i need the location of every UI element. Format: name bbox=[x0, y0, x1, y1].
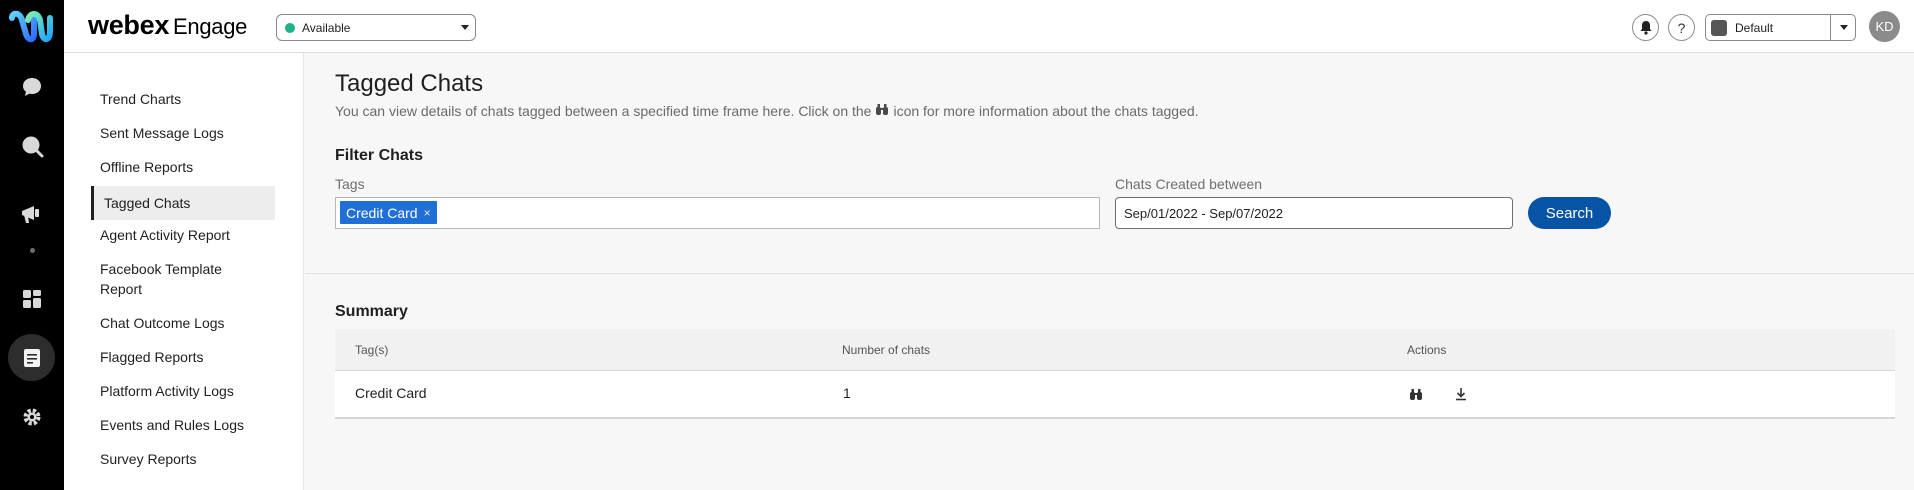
sidebar-item-events-and-rules-logs[interactable]: Events and Rules Logs bbox=[100, 415, 250, 435]
column-header-number-of-chats: Number of chats bbox=[842, 343, 931, 357]
table-header: Tag(s) Number of chats Actions bbox=[335, 329, 1895, 371]
brand-name: webex bbox=[88, 10, 170, 40]
availability-select[interactable]: Available bbox=[276, 14, 476, 41]
date-range-input[interactable]: Sep/01/2022 - Sep/07/2022 bbox=[1115, 197, 1513, 229]
main-content: Tagged Chats You can view details of cha… bbox=[305, 53, 1914, 490]
sidebar-item-platform-activity-logs[interactable]: Platform Activity Logs bbox=[100, 381, 250, 401]
page-title: Tagged Chats bbox=[335, 70, 484, 97]
summary-title: Summary bbox=[335, 303, 408, 320]
help-glyph: ? bbox=[1677, 19, 1686, 36]
tags-input[interactable]: Credit Card × bbox=[335, 197, 1100, 229]
date-range-label: Chats Created between bbox=[1115, 176, 1263, 192]
profile-value: Default bbox=[1735, 20, 1774, 35]
download-icon[interactable] bbox=[1452, 385, 1470, 403]
table-row: Credit Card 1 bbox=[335, 371, 1895, 419]
search-chat-icon[interactable] bbox=[17, 131, 47, 161]
bell-icon[interactable] bbox=[1632, 14, 1659, 41]
profile-select[interactable]: Default bbox=[1705, 14, 1856, 41]
reports-sidebar: Trend Charts Sent Message Logs Offline R… bbox=[64, 53, 304, 490]
profile-icon bbox=[1711, 19, 1727, 36]
column-header-tags: Tag(s) bbox=[355, 343, 389, 357]
description-text-start: You can view details of chats tagged bet… bbox=[335, 103, 872, 119]
summary-table: Tag(s) Number of chats Actions Credit Ca… bbox=[335, 329, 1895, 419]
webex-logo-icon bbox=[8, 8, 54, 48]
date-range-value: Sep/01/2022 - Sep/07/2022 bbox=[1124, 205, 1284, 221]
app-rail bbox=[0, 0, 64, 490]
sidebar-item-offline-reports[interactable]: Offline Reports bbox=[100, 157, 250, 177]
tags-label: Tags bbox=[335, 176, 365, 192]
brand-product: Engage bbox=[173, 14, 248, 39]
search-button[interactable]: Search bbox=[1528, 197, 1611, 229]
sidebar-item-agent-activity-report[interactable]: Agent Activity Report bbox=[100, 225, 250, 245]
sidebar-item-tagged-chats[interactable]: Tagged Chats bbox=[91, 186, 275, 220]
availability-value: Available bbox=[302, 20, 351, 35]
column-header-actions: Actions bbox=[1407, 343, 1447, 357]
page-description: You can view details of chats tagged bet… bbox=[335, 103, 1199, 119]
sidebar-item-sent-message-logs[interactable]: Sent Message Logs bbox=[100, 123, 250, 143]
avatar-initials: KD bbox=[1875, 19, 1894, 34]
chevron-down-icon bbox=[461, 25, 469, 30]
sidebar-item-survey-reports[interactable]: Survey Reports bbox=[100, 449, 250, 469]
available-status-icon bbox=[285, 22, 295, 33]
tag-chip: Credit Card × bbox=[340, 201, 437, 224]
settings-icon[interactable] bbox=[17, 402, 47, 432]
avatar[interactable]: KD bbox=[1869, 11, 1900, 42]
help-icon[interactable]: ? bbox=[1668, 14, 1695, 41]
section-divider bbox=[305, 273, 1914, 274]
rail-separator-dot bbox=[30, 248, 35, 253]
close-icon[interactable]: × bbox=[424, 206, 431, 220]
binoculars-icon[interactable] bbox=[1407, 385, 1425, 403]
brand-wordmark: webex Engage bbox=[88, 10, 247, 41]
filter-chats-title: Filter Chats bbox=[335, 147, 424, 164]
row-tag: Credit Card bbox=[355, 385, 427, 401]
binoculars-icon bbox=[875, 103, 889, 119]
sidebar-item-flagged-reports[interactable]: Flagged Reports bbox=[100, 347, 250, 367]
select-divider bbox=[1830, 15, 1831, 40]
description-text-end: icon for more information about the chat… bbox=[893, 103, 1199, 119]
chat-icon[interactable] bbox=[17, 72, 47, 102]
top-header: webex Engage Available ? Default KD bbox=[64, 0, 1914, 53]
sidebar-item-facebook-template-report[interactable]: Facebook Template Report bbox=[100, 259, 240, 299]
campaign-icon[interactable] bbox=[17, 199, 47, 229]
row-count: 1 bbox=[843, 385, 851, 401]
tag-chip-label: Credit Card bbox=[346, 204, 418, 221]
sidebar-item-trend-charts[interactable]: Trend Charts bbox=[100, 89, 250, 109]
dashboard-icon[interactable] bbox=[17, 284, 47, 314]
reports-icon[interactable] bbox=[17, 343, 47, 373]
sidebar-item-chat-outcome-logs[interactable]: Chat Outcome Logs bbox=[100, 313, 250, 333]
chevron-down-icon[interactable] bbox=[1840, 25, 1848, 30]
